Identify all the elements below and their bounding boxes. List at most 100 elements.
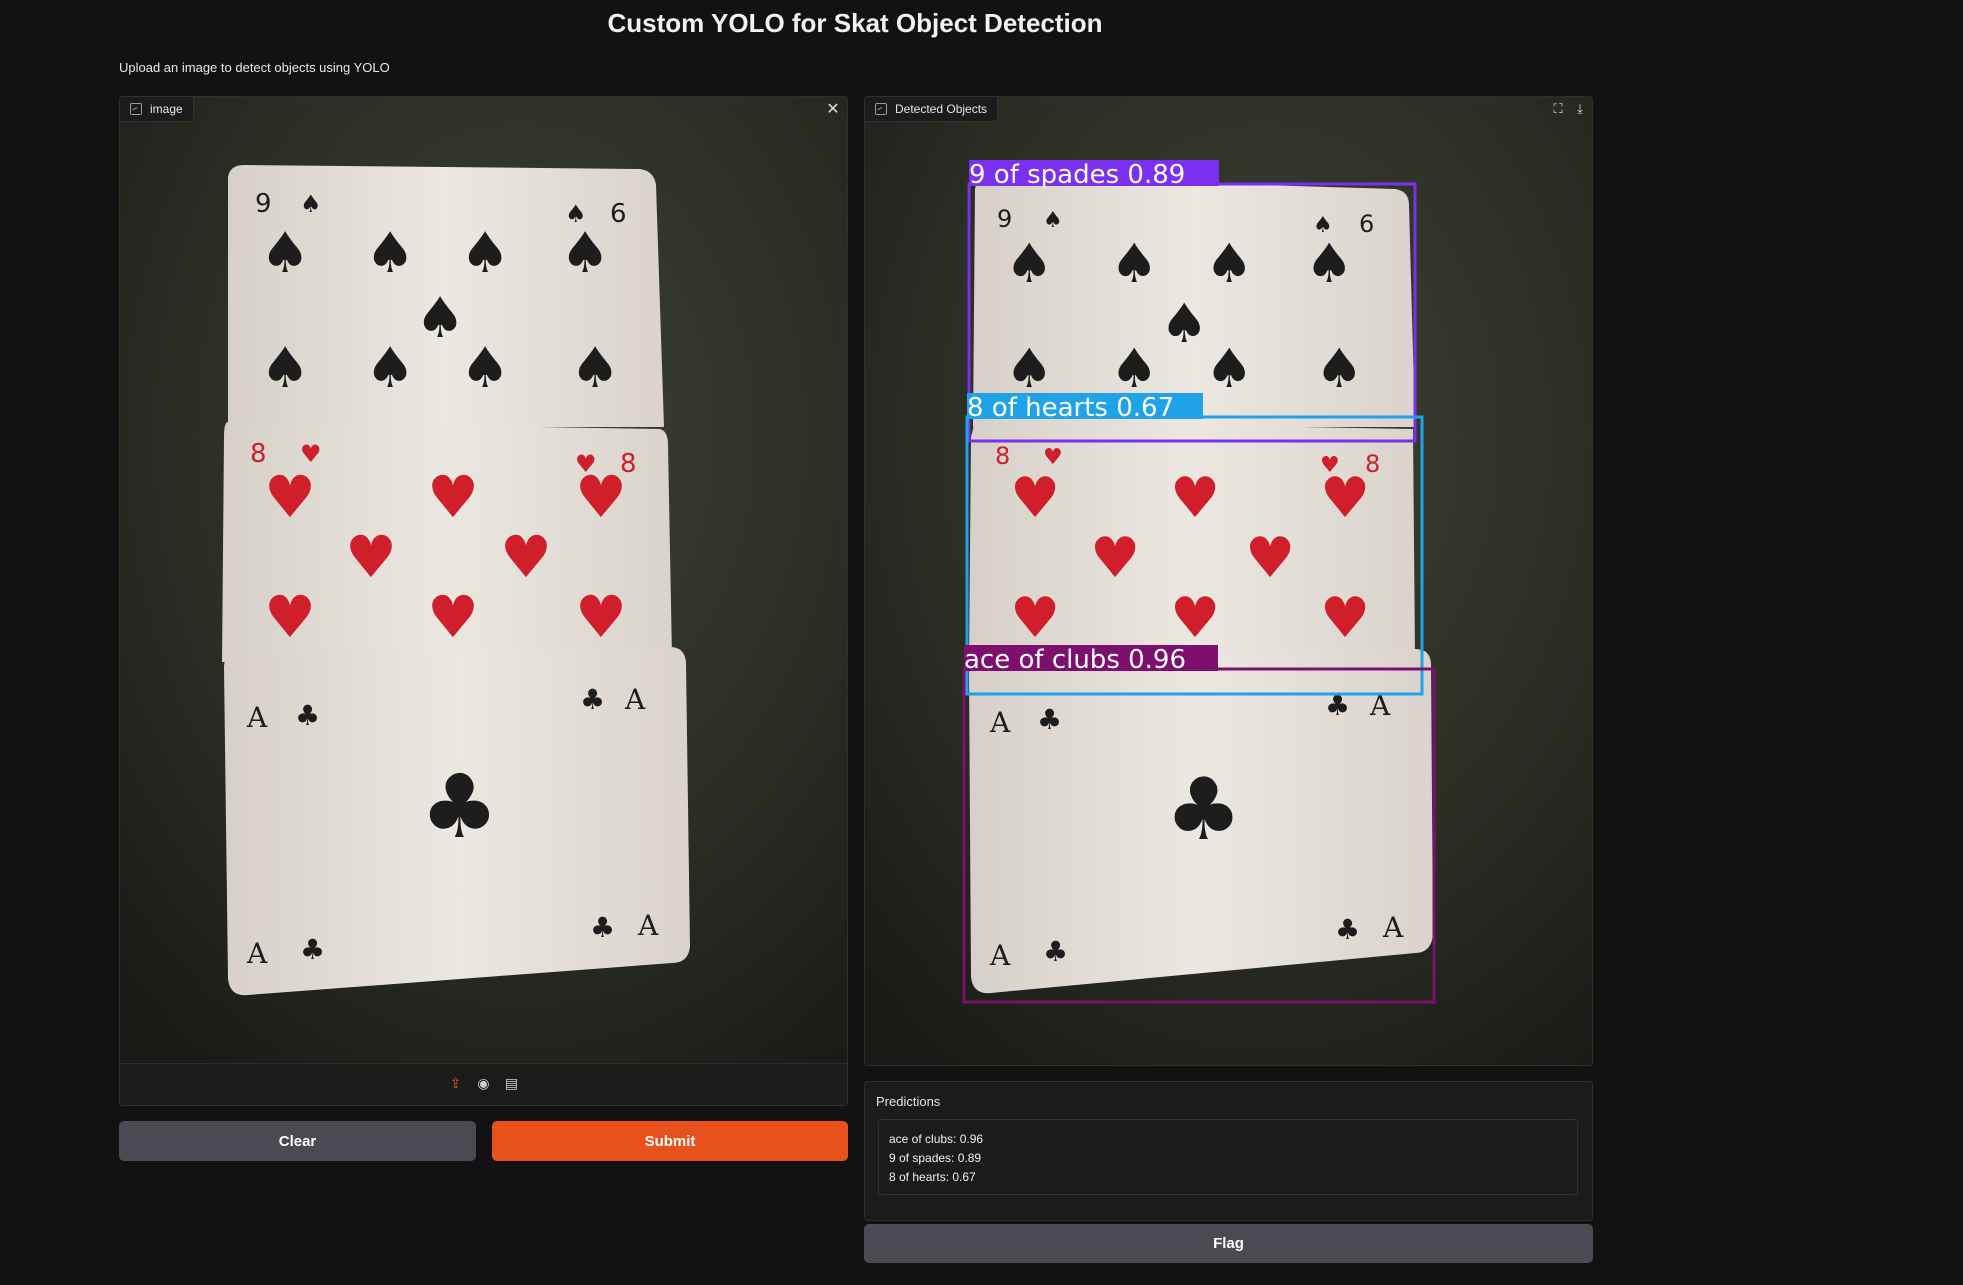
- image-source-toolbar: ⇪ ◉ ▤: [120, 1063, 847, 1102]
- svg-text:♥: ♥: [1010, 466, 1060, 531]
- svg-text:♣: ♣: [1037, 703, 1062, 736]
- image-input-label-text: image: [150, 102, 183, 116]
- svg-text:♠: ♠: [1205, 337, 1253, 400]
- svg-text:♣: ♣: [295, 699, 320, 732]
- svg-text:♥: ♥: [575, 583, 627, 651]
- detection-result-image: ♠ ♠ ♠ ♠ ♠ ♠ ♠ ♠ ♠ 9 ♠ ♠ 6 ♥ ♥ ♥ ♥ ♥ ♥ ♥ ♥ 8 ♥ ♥ 8 A ♣ ♣ A…: [865, 97, 1592, 1065]
- image-icon: [130, 103, 142, 115]
- predictions-panel: Predictions ace of clubs: 0.96 9 of spad…: [864, 1081, 1593, 1221]
- predictions-label: Predictions: [876, 1094, 941, 1109]
- svg-text:♠: ♠: [1160, 292, 1208, 355]
- svg-text:♠: ♠: [1005, 337, 1053, 400]
- svg-text:♥: ♥: [1010, 586, 1060, 651]
- nine-of-spades-card: ♠ ♠ ♠ ♠ ♠ ♠ ♠ ♠ ♠ 9 ♠ ♠ 6: [228, 165, 664, 427]
- svg-text:♠: ♠: [1205, 232, 1253, 295]
- eight-of-hearts-card: ♥ ♥ ♥ ♥ ♥ ♥ ♥ ♥ 8 ♥ ♥ 8: [969, 421, 1415, 663]
- svg-text:♠: ♠: [415, 286, 465, 351]
- svg-text:♥: ♥: [1170, 466, 1220, 531]
- predictions-textbox[interactable]: ace of clubs: 0.96 9 of spades: 0.89 8 o…: [878, 1119, 1578, 1195]
- prediction-line: ace of clubs: 0.96: [889, 1132, 984, 1146]
- svg-text:♥: ♥: [1320, 586, 1370, 651]
- svg-text:♥: ♥: [427, 583, 479, 651]
- image-icon: [875, 103, 887, 115]
- clipboard-icon[interactable]: ▤: [503, 1074, 521, 1092]
- eight-of-hearts-card: ♥ ♥ ♥ ♥ ♥ ♥ ♥ ♥ 8 ♥ ♥ 8: [222, 422, 672, 662]
- svg-text:♠: ♠: [560, 221, 610, 286]
- svg-text:♣: ♣: [1165, 760, 1242, 860]
- svg-text:♠: ♠: [365, 336, 415, 401]
- svg-text:8: 8: [250, 439, 267, 469]
- svg-text:A: A: [246, 701, 268, 734]
- svg-text:♥: ♥: [264, 463, 316, 531]
- svg-text:♠: ♠: [300, 190, 322, 218]
- svg-text:♥: ♥: [1043, 445, 1063, 470]
- svg-text:A: A: [989, 706, 1011, 739]
- detection-label-ace-of-clubs: ace of clubs 0.96: [964, 645, 1186, 675]
- svg-text:8: 8: [620, 449, 637, 479]
- close-icon[interactable]: ✕: [823, 99, 843, 119]
- svg-text:♥: ♥: [1090, 526, 1140, 591]
- svg-text:8: 8: [995, 442, 1010, 470]
- page-description: Upload an image to detect objects using …: [119, 60, 390, 75]
- svg-text:♣: ♣: [300, 933, 325, 966]
- svg-text:♥: ♥: [1170, 586, 1220, 651]
- prediction-line: 8 of hearts: 0.67: [889, 1170, 976, 1184]
- svg-text:♠: ♠: [1305, 232, 1353, 295]
- svg-text:A: A: [1382, 911, 1404, 944]
- svg-text:♠: ♠: [1043, 208, 1063, 233]
- svg-text:♠: ♠: [1110, 337, 1158, 400]
- ace-of-clubs-card: A ♣ ♣ A ♣ A ♣ ♣ A: [224, 647, 690, 996]
- nine-of-spades-card: ♠ ♠ ♠ ♠ ♠ ♠ ♠ ♠ ♠ 9 ♠ ♠ 6: [973, 177, 1415, 427]
- svg-text:♠: ♠: [570, 336, 620, 401]
- page-title: Custom YOLO for Skat Object Detection: [607, 8, 1103, 38]
- svg-text:♠: ♠: [365, 221, 415, 286]
- prediction-line: 9 of spades: 0.89: [889, 1151, 982, 1165]
- svg-text:♠: ♠: [1005, 232, 1053, 295]
- svg-text:9: 9: [255, 189, 272, 219]
- svg-text:♥: ♥: [300, 440, 322, 468]
- svg-text:6: 6: [1359, 210, 1374, 238]
- svg-text:♣: ♣: [1335, 913, 1360, 946]
- submit-button[interactable]: Submit: [492, 1121, 848, 1161]
- svg-text:♣: ♣: [590, 911, 615, 944]
- image-input-label: image: [120, 97, 194, 122]
- detected-objects-label-text: Detected Objects: [895, 102, 988, 116]
- svg-text:♥: ♥: [1245, 526, 1295, 591]
- detected-objects-panel: Detected Objects ⛶ ⤓ ♠ ♠ ♠ ♠ ♠ ♠ ♠ ♠ ♠ 9 ♠ ♠ 6 ♥…: [864, 96, 1593, 1066]
- svg-text:♥: ♥: [500, 523, 552, 591]
- svg-text:♠: ♠: [565, 200, 587, 228]
- svg-text:♥: ♥: [1320, 453, 1340, 478]
- svg-text:A: A: [624, 683, 646, 716]
- svg-text:♣: ♣: [1043, 935, 1068, 968]
- svg-text:♥: ♥: [264, 583, 316, 651]
- image-input-panel[interactable]: image ✕ ♠ ♠ ♠ ♠ ♠ ♠ ♠ ♠ ♠ 9 ♠ ♠ 6 ♥ ♥ ♥ …: [119, 96, 848, 1106]
- svg-text:♠: ♠: [1313, 213, 1333, 238]
- svg-text:♠: ♠: [260, 221, 310, 286]
- svg-text:♠: ♠: [460, 336, 510, 401]
- svg-text:♠: ♠: [460, 221, 510, 286]
- flag-button[interactable]: Flag: [864, 1224, 1593, 1263]
- detection-label-8-of-hearts: 8 of hearts 0.67: [967, 393, 1174, 423]
- svg-text:A: A: [246, 937, 268, 970]
- svg-text:♠: ♠: [1110, 232, 1158, 295]
- svg-text:♠: ♠: [260, 336, 310, 401]
- input-photo: ♠ ♠ ♠ ♠ ♠ ♠ ♠ ♠ ♠ 9 ♠ ♠ 6 ♥ ♥ ♥ ♥ ♥ ♥ ♥ ♥ 8 ♥ ♥ 8 A ♣ ♣ A…: [120, 97, 847, 1063]
- svg-text:A: A: [637, 909, 659, 942]
- detected-objects-label: Detected Objects: [865, 97, 999, 122]
- detection-label-9-of-spades: 9 of spades 0.89: [969, 160, 1185, 190]
- fullscreen-icon[interactable]: ⛶: [1548, 99, 1568, 119]
- svg-text:A: A: [989, 939, 1011, 972]
- upload-icon[interactable]: ⇪: [447, 1074, 465, 1092]
- svg-text:♠: ♠: [1315, 337, 1363, 400]
- svg-text:♥: ♥: [427, 463, 479, 531]
- svg-text:♥: ♥: [575, 450, 597, 478]
- svg-text:♣: ♣: [580, 683, 605, 716]
- svg-text:8: 8: [1365, 450, 1380, 478]
- svg-text:6: 6: [610, 199, 627, 229]
- svg-text:9: 9: [997, 205, 1012, 233]
- svg-text:♣: ♣: [420, 755, 499, 858]
- clear-button[interactable]: Clear: [119, 1121, 476, 1161]
- download-icon[interactable]: ⤓: [1570, 99, 1590, 119]
- webcam-icon[interactable]: ◉: [475, 1074, 493, 1092]
- svg-text:♥: ♥: [345, 523, 397, 591]
